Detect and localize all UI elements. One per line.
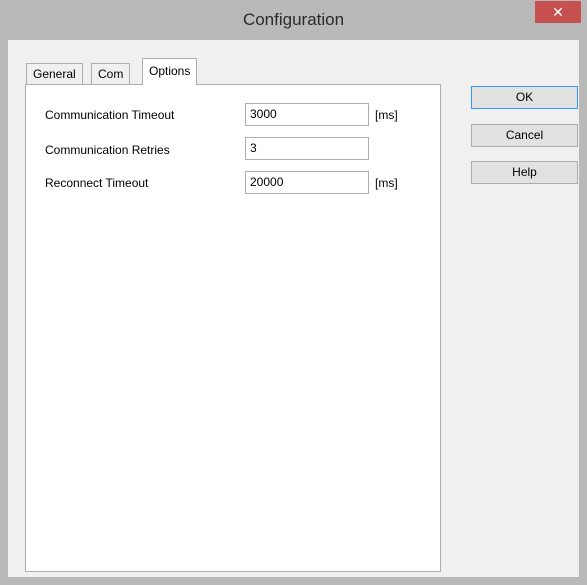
communication-retries-input[interactable]: 3	[245, 137, 369, 160]
ok-button[interactable]: OK	[471, 86, 578, 109]
reconnect-timeout-unit: [ms]	[375, 176, 398, 190]
cancel-button[interactable]: Cancel	[471, 124, 578, 147]
communication-timeout-unit: [ms]	[375, 108, 398, 122]
communication-retries-label: Communication Retries	[45, 143, 170, 157]
options-panel	[25, 84, 441, 572]
communication-timeout-input[interactable]: 3000	[245, 103, 369, 126]
tab-general[interactable]: General	[26, 63, 83, 85]
communication-timeout-label: Communication Timeout	[45, 108, 175, 122]
tab-com[interactable]: Com	[91, 63, 131, 85]
window-title: Configuration	[242, 10, 345, 29]
reconnect-timeout-label: Reconnect Timeout	[45, 176, 149, 190]
close-icon[interactable]: ✕	[535, 1, 581, 23]
title-bar[interactable]: Configuration ✕	[0, 0, 587, 40]
dialog-client-area: General Com Options Communication Timeou…	[8, 40, 579, 577]
help-button[interactable]: Help	[471, 161, 578, 184]
reconnect-timeout-input[interactable]: 20000	[245, 171, 369, 194]
configuration-dialog: Configuration ✕ General Com Options Comm…	[0, 0, 587, 585]
tab-options[interactable]: Options	[142, 58, 198, 85]
